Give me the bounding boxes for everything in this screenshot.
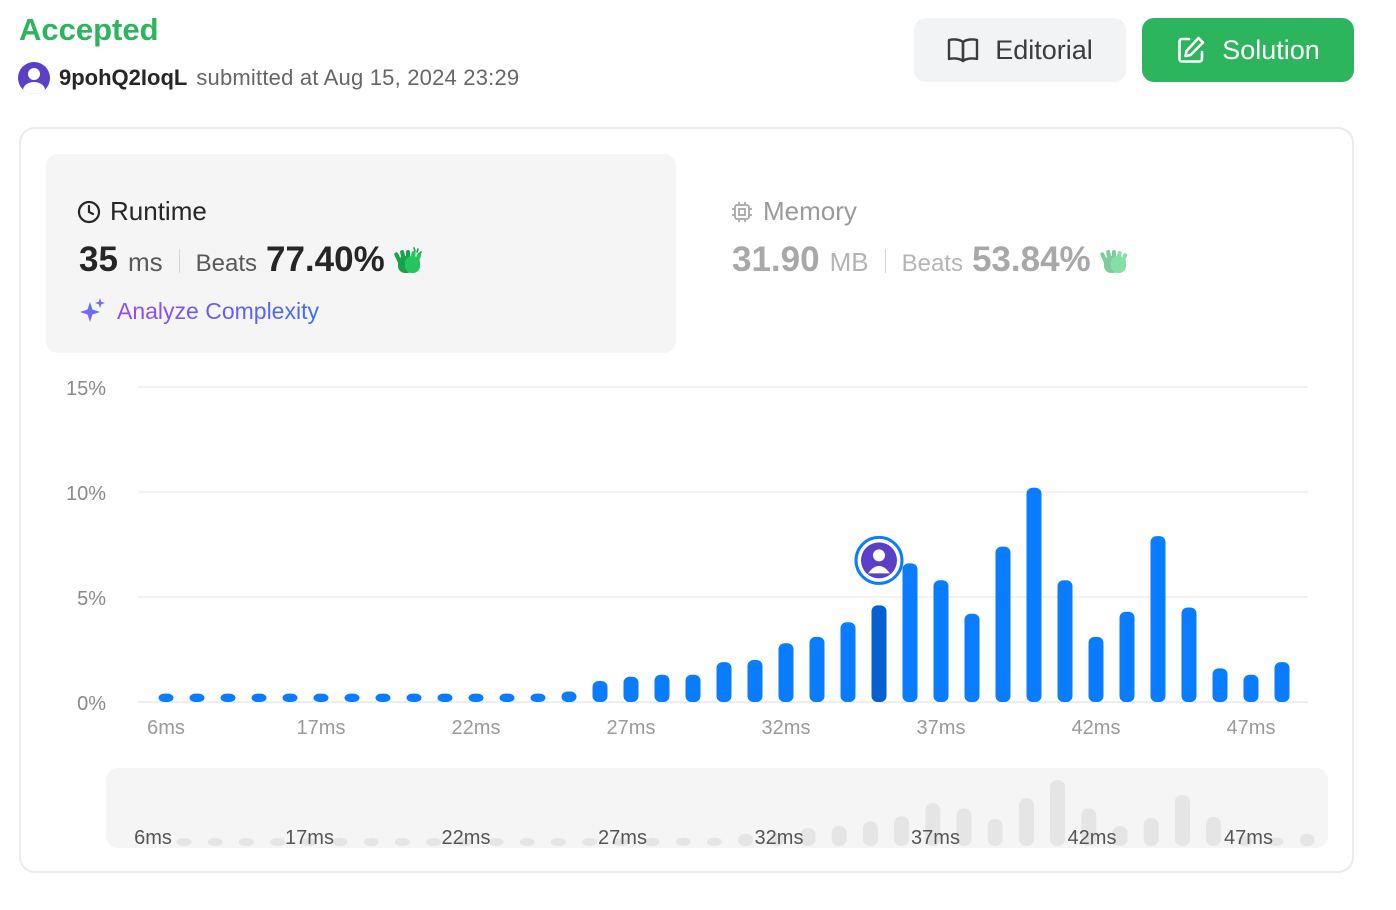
x-tick-label: 6ms [147,717,185,739]
bar[interactable] [933,580,949,702]
navigator-bar [426,838,442,846]
navigator-bar [519,838,535,846]
y-tick-label: 10% [66,483,106,505]
bar[interactable] [530,693,546,702]
navigator-bar [1050,780,1066,846]
navigator-tick-label: 27ms [598,827,647,849]
bar[interactable] [964,613,980,702]
bar[interactable] [1243,674,1259,702]
x-tick-label: 37ms [917,717,966,739]
navigator-tick-label: 32ms [755,827,804,849]
bar[interactable] [344,693,360,702]
x-tick-label: 22ms [452,717,501,739]
bar[interactable] [747,660,763,702]
navigator-tick-label: 22ms [442,827,491,849]
navigator-bar [831,825,847,846]
navigator-bar [176,838,192,846]
navigator-tick-label: 47ms [1224,827,1273,849]
bar[interactable] [437,693,453,702]
bar[interactable] [1026,487,1042,702]
bar[interactable] [1274,662,1290,702]
navigator-bar [1018,798,1034,846]
navigator-bar [894,816,910,846]
x-axis: 6ms 17ms 22ms 27ms 32ms 37ms 42ms 47ms [147,717,1275,739]
bar[interactable] [375,693,391,702]
x-tick-label: 42ms [1072,717,1121,739]
navigator-bar [1143,818,1159,846]
bar[interactable] [499,693,515,702]
bar-series [158,487,1290,703]
y-axis: 15% 10% 5% 0% [66,378,106,715]
your-submission-marker[interactable] [854,535,904,585]
bar[interactable] [592,681,608,702]
navigator-bar [488,838,504,846]
bar[interactable] [995,546,1011,702]
navigator-bar [550,838,566,846]
bar[interactable] [809,636,825,702]
navigator-bar [363,838,379,846]
navigator-tick-label: 17ms [285,827,334,849]
bar[interactable] [716,662,732,702]
bar[interactable] [902,563,918,702]
navigator-tick-label: 37ms [911,827,960,849]
bar[interactable] [251,693,267,702]
navigator-bar [238,838,254,846]
navigator-bar [987,818,1003,846]
bar[interactable] [189,693,205,702]
y-tick-label: 15% [66,378,106,400]
navigator-bar [738,833,754,846]
bar[interactable] [220,693,236,702]
y-tick-label: 5% [77,588,106,610]
bar[interactable] [654,674,670,702]
y-tick-label: 0% [77,693,106,715]
navigator-bar [332,838,348,846]
bar[interactable] [1150,536,1166,702]
navigator-bar [706,837,722,846]
navigator-bar [1206,816,1222,846]
navigator-tick-label: 42ms [1068,827,1117,849]
bar[interactable] [1181,607,1197,703]
bar[interactable] [840,622,856,702]
bar[interactable] [282,693,298,702]
navigator-bar [394,838,410,846]
navigator-bar [582,838,598,846]
x-tick-label: 47ms [1227,717,1276,739]
bar[interactable] [685,674,701,702]
bar[interactable] [1212,668,1228,702]
navigator-bar [862,821,878,846]
navigator-bar [207,838,223,846]
bar-selected[interactable] [871,605,887,702]
x-tick-label: 32ms [762,717,811,739]
bar[interactable] [561,691,577,703]
x-tick-label: 17ms [297,717,346,739]
bar[interactable] [1119,611,1135,702]
navigator-bar [270,838,286,846]
x-tick-label: 27ms [607,717,656,739]
bar[interactable] [313,693,329,702]
navigator-bar [675,837,691,846]
bar[interactable] [158,693,174,702]
bar[interactable] [623,676,639,702]
bar[interactable] [1088,636,1104,702]
navigator-tick-label: 6ms [134,827,172,849]
bar[interactable] [1057,580,1073,702]
navigator-bar [1299,833,1315,846]
avatar-head [873,549,885,562]
bar[interactable] [468,693,484,702]
bar[interactable] [406,693,422,702]
navigator-bar [1174,794,1190,846]
runtime-distribution-chart[interactable]: 15% 10% 5% 0% 6ms 17ms 22ms 27ms 32ms 37ms 42ms 47… [0,0,1396,910]
bar[interactable] [778,643,794,702]
